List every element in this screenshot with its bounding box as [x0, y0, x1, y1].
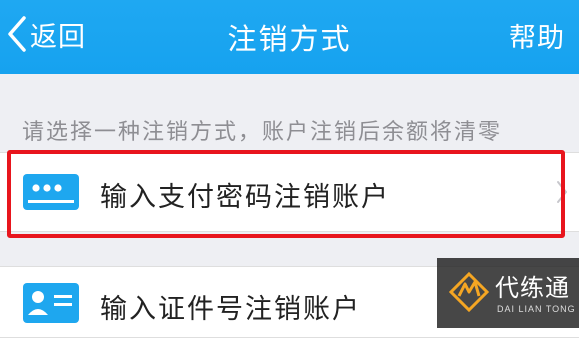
option-password-cancel[interactable]: 输入支付密码注销账户: [0, 152, 579, 232]
page-title: 注销方式: [227, 22, 352, 56]
nav-bar: 返回 注销方式 帮助: [0, 0, 579, 74]
password-card-icon: [23, 174, 79, 210]
game-controller-logo-icon: [449, 272, 489, 312]
id-card-icon: [23, 283, 79, 323]
instruction-text: 请选择一种注销方式，账户注销后余额将清零: [22, 120, 503, 145]
watermark-text: 代练通: [495, 274, 570, 302]
option-label: 输入支付密码注销账户: [100, 182, 390, 213]
chevron-right-icon: [557, 181, 567, 203]
watermark: 代练通 DAI LIAN TONG: [437, 258, 579, 328]
watermark-subtext: DAI LIAN TONG: [497, 304, 576, 314]
help-button[interactable]: 帮助: [509, 16, 565, 55]
option-label: 输入证件号注销账户: [100, 294, 361, 325]
